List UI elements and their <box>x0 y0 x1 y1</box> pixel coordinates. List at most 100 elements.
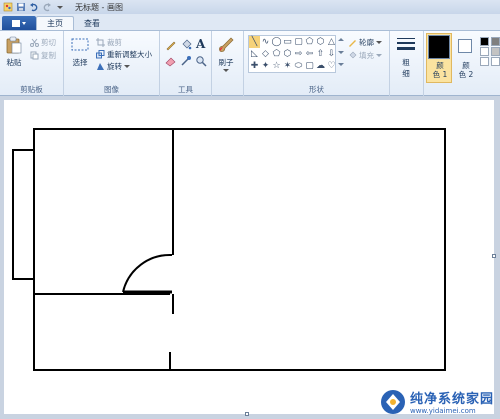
shape-star-four[interactable]: ✦ <box>260 60 271 72</box>
palette-color-light-gray[interactable] <box>491 47 500 56</box>
shape-up-arrow[interactable]: ⇧ <box>315 48 326 60</box>
resize-handle-bottom[interactable] <box>245 412 249 416</box>
shape-curve[interactable]: ∿ <box>260 36 271 48</box>
color1-swatch[interactable] <box>428 35 450 59</box>
select-button[interactable]: 选择 <box>70 35 90 68</box>
tab-home[interactable]: 主页 <box>36 16 74 30</box>
color-palette <box>480 37 500 66</box>
copy-label: 复制 <box>41 51 56 60</box>
cut-label: 剪切 <box>41 38 56 47</box>
file-menu-icon <box>12 19 20 27</box>
tab-view[interactable]: 查看 <box>74 16 110 30</box>
brushes-button[interactable]: 刷子 <box>216 35 236 74</box>
copy-button[interactable]: 复制 <box>30 50 56 61</box>
size-label-line1: 粗 <box>402 58 410 67</box>
text-tool-icon[interactable]: A <box>196 37 205 51</box>
shapes-gallery: ╲ ∿ ◯ ▭ ▢ ⬠ ⬡ △ ◺ ◇ ⬠ ⬡ ⇨ ⇦ ⇧ ⇩ ✚ ✦ ☆ ✶ … <box>248 35 336 73</box>
shape-six-point-star[interactable]: ✶ <box>282 60 293 72</box>
resize-handle-right[interactable] <box>492 254 496 258</box>
color2-swatch[interactable] <box>458 39 472 53</box>
window-title: 无标题 - 画图 <box>75 2 123 12</box>
size-button[interactable]: 粗 细 <box>396 35 416 79</box>
shape-rounded-callout[interactable]: ▢ <box>304 60 315 72</box>
fill-bucket-icon[interactable] <box>180 39 192 51</box>
color-picker-icon[interactable] <box>180 55 192 67</box>
shape-oval[interactable]: ◯ <box>271 36 282 48</box>
shape-rectangle[interactable]: ▭ <box>282 36 293 48</box>
shape-line[interactable]: ╲ <box>249 36 260 48</box>
shape-triangle[interactable]: △ <box>326 36 337 48</box>
shape-down-arrow[interactable]: ⇩ <box>326 48 337 60</box>
color1-label-line1: 颜 <box>436 61 444 70</box>
shape-pentagon[interactable]: ⬠ <box>271 48 282 60</box>
size-group: 粗 细 <box>390 31 424 97</box>
shape-heart[interactable]: ♡ <box>326 60 337 72</box>
paste-button[interactable]: 粘贴 <box>4 35 24 68</box>
watermark-name: 纯净系统家园 <box>409 392 494 407</box>
ribbon: 粘贴 剪切 复制 剪贴板 选择 裁剪 重新调整大小 旋转 图像 A 工具 刷子 … <box>0 30 500 97</box>
shape-rect-callout[interactable]: ⬭ <box>293 60 304 72</box>
rotate-label: 旋转 <box>107 62 122 71</box>
file-menu-button[interactable] <box>2 16 36 30</box>
shape-diamond[interactable]: ◇ <box>260 48 271 60</box>
shape-cloud-callout[interactable]: ☁ <box>315 60 326 72</box>
palette-color-white[interactable] <box>480 47 489 56</box>
shapes-group-label: 形状 <box>309 85 324 94</box>
select-label: 选择 <box>72 58 88 67</box>
rotate-icon <box>97 63 104 70</box>
shape-five-point-star[interactable]: ☆ <box>271 60 282 72</box>
shape-hexagon-2[interactable]: ⬡ <box>282 48 293 60</box>
line-width-icon <box>397 38 415 50</box>
brush-icon <box>219 37 234 52</box>
ribbon-tabs: 主页 查看 <box>0 14 500 30</box>
paste-label: 粘贴 <box>6 58 22 67</box>
door-swing-arc <box>122 253 173 293</box>
quick-access-toolbar <box>0 0 67 14</box>
floor-plan-drawing <box>12 128 446 371</box>
chevron-down-icon <box>22 21 26 25</box>
color1-label: 颜 色 1 <box>430 61 450 79</box>
customize-icon[interactable] <box>54 2 65 13</box>
shapes-scroll-icon[interactable] <box>338 37 344 69</box>
copy-icon <box>30 51 39 60</box>
fill-icon <box>349 51 357 59</box>
shape-four-point-star[interactable]: ✚ <box>249 60 260 72</box>
eraser-icon[interactable] <box>165 55 177 67</box>
crop-button[interactable]: 裁剪 <box>96 37 122 48</box>
resize-label: 重新调整大小 <box>107 50 152 59</box>
magnifier-icon[interactable] <box>195 55 207 67</box>
palette-color-gray[interactable] <box>491 37 500 46</box>
resize-button[interactable]: 重新调整大小 <box>96 49 152 60</box>
save-icon[interactable] <box>15 2 26 13</box>
rotate-button[interactable]: 旋转 <box>96 61 130 72</box>
pencil-icon[interactable] <box>165 39 177 51</box>
clipboard-group: 粘贴 剪切 复制 剪贴板 <box>0 31 64 97</box>
outline-icon <box>349 40 356 47</box>
shape-right-triangle[interactable]: ◺ <box>249 48 260 60</box>
colors-group: 颜 色 1 颜 色 2 <box>424 31 500 97</box>
tools-group: A 工具 <box>160 31 212 97</box>
undo-icon[interactable] <box>28 2 39 13</box>
redo-icon[interactable] <box>41 2 52 13</box>
shape-polygon[interactable]: ⬠ <box>304 36 315 48</box>
paint-app-icon[interactable] <box>2 2 13 13</box>
shape-rounded-rectangle[interactable]: ▢ <box>293 36 304 48</box>
color1-label-line2: 色 1 <box>432 70 448 79</box>
watermark-text: 纯净系统家园 www.yidaimei.com <box>410 388 494 415</box>
watermark: 纯净系统家园 www.yidaimei.com <box>380 388 494 415</box>
chevron-down-icon <box>223 69 229 72</box>
cut-button[interactable]: 剪切 <box>30 37 56 48</box>
shape-left-arrow[interactable]: ⇦ <box>304 48 315 60</box>
outline-button[interactable]: 轮廓 <box>348 37 382 48</box>
chevron-down-icon <box>124 64 130 68</box>
shape-right-arrow[interactable]: ⇨ <box>293 48 304 60</box>
palette-color-black[interactable] <box>480 37 489 46</box>
drawing-canvas[interactable] <box>4 100 494 414</box>
palette-color-empty-2[interactable] <box>491 57 500 66</box>
crop-label: 裁剪 <box>107 38 122 47</box>
shape-hexagon[interactable]: ⬡ <box>315 36 326 48</box>
crop-icon <box>96 38 105 47</box>
palette-color-empty-1[interactable] <box>480 57 489 66</box>
fill-button[interactable]: 填充 <box>348 50 382 61</box>
image-group: 选择 裁剪 重新调整大小 旋转 图像 <box>64 31 160 97</box>
